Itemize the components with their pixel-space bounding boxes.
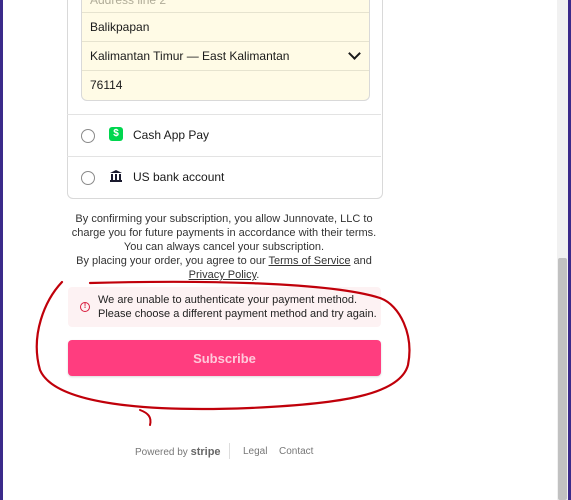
us-bank-radio[interactable] bbox=[81, 171, 95, 185]
error-line-2: Please choose a different payment method… bbox=[98, 308, 377, 320]
cash-app-icon: $ bbox=[109, 127, 123, 141]
error-message: We are unable to authenticate your payme… bbox=[98, 293, 377, 321]
billing-address-fields: Address line 2 Balikpapan Kalimantan Tim… bbox=[81, 0, 370, 101]
cash-app-radio[interactable] bbox=[81, 129, 95, 143]
subscription-terms: By confirming your subscription, you all… bbox=[67, 212, 381, 282]
terms-line-2: charge you for future payments in accord… bbox=[71, 227, 377, 239]
terms-line-4-and: and bbox=[350, 255, 372, 267]
chevron-down-icon bbox=[348, 47, 361, 60]
stripe-logo: stripe bbox=[190, 446, 221, 458]
province-select[interactable]: Kalimantan Timur — East Kalimantan bbox=[82, 41, 369, 70]
postal-code-field[interactable]: 76114 bbox=[82, 70, 369, 99]
us-bank-label: US bank account bbox=[133, 170, 225, 184]
bank-icon bbox=[110, 170, 122, 182]
payment-error-alert: ! We are unable to authenticate your pay… bbox=[68, 287, 381, 327]
province-value: Kalimantan Timur — East Kalimantan bbox=[90, 49, 290, 63]
terms-line-3: You can always cancel your subscription. bbox=[123, 241, 325, 253]
terms-of-service-link[interactable]: Terms of Service bbox=[269, 255, 351, 267]
terms-period: . bbox=[256, 269, 260, 281]
window-left-border bbox=[0, 0, 3, 500]
terms-line-5: Privacy Policy. bbox=[67, 268, 381, 282]
city-field[interactable]: Balikpapan bbox=[82, 12, 369, 41]
footer-contact-link[interactable]: Contact bbox=[279, 446, 313, 457]
scrollbar-thumb[interactable] bbox=[558, 258, 567, 500]
privacy-policy-link[interactable]: Privacy Policy bbox=[189, 269, 257, 281]
terms-line-1: By confirming your subscription, you all… bbox=[75, 213, 373, 225]
footer-divider bbox=[229, 443, 230, 459]
error-icon: ! bbox=[80, 302, 90, 312]
terms-line-4-prefix: By placing your order, you agree to our bbox=[76, 255, 269, 267]
payment-option-us-bank[interactable]: US bank account bbox=[67, 156, 381, 198]
terms-line-4: By placing your order, you agree to our … bbox=[67, 254, 381, 268]
cash-app-label: Cash App Pay bbox=[133, 128, 210, 142]
footer-legal-link[interactable]: Legal bbox=[243, 446, 267, 457]
payment-option-cash-app[interactable]: $ Cash App Pay bbox=[67, 114, 381, 156]
powered-by-text: Powered by bbox=[135, 447, 188, 458]
footer-powered-by[interactable]: Powered by stripe bbox=[135, 446, 221, 458]
subscribe-button[interactable]: Subscribe bbox=[68, 340, 381, 376]
error-line-1: We are unable to authenticate your payme… bbox=[98, 294, 358, 306]
